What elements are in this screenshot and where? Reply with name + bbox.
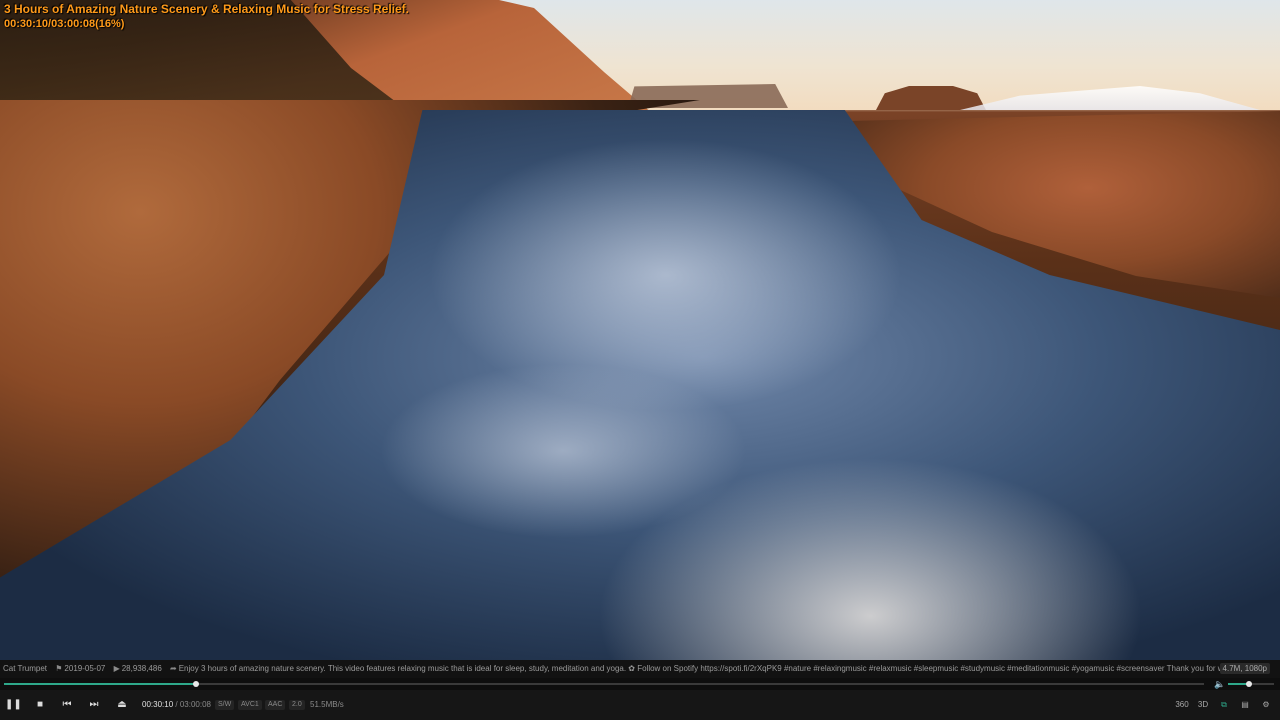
video-frame[interactable]: 3 Hours of Amazing Nature Scenery & Rela…: [0, 0, 1280, 660]
bitrate: 51.5MB/s: [310, 700, 344, 709]
capture-icon[interactable]: ⧉: [1216, 697, 1232, 713]
previous-icon[interactable]: ⏮: [59, 697, 75, 713]
time-separator: /: [175, 700, 178, 709]
tag-audio-codec[interactable]: AAC: [265, 700, 286, 710]
current-time: 00:30:10: [142, 700, 174, 709]
channel-name[interactable]: Cat Trumpet: [3, 664, 47, 673]
seek-bar-played: [4, 683, 196, 685]
tag-video-codec[interactable]: AVC1: [238, 700, 262, 710]
playlist-icon[interactable]: ▤: [1237, 697, 1253, 713]
control-bar: ❚❚ ■ ⏮ ⏭ ⏏ 00:30:10 / 03:00:08 S/W AVC1 …: [0, 690, 1280, 720]
stop-icon[interactable]: ■: [32, 697, 48, 713]
gear-icon[interactable]: ⚙: [1258, 697, 1274, 713]
video-description: Enjoy 3 hours of amazing nature scenery.…: [178, 664, 1239, 673]
volume-slider[interactable]: [1228, 681, 1274, 687]
play-icon: ▶: [113, 664, 120, 673]
tag-audio-channels[interactable]: 2.0: [289, 700, 305, 710]
time-display: 00:30:10 / 03:00:08: [142, 697, 211, 713]
volume-icon[interactable]: 🔈: [1214, 679, 1225, 690]
file-size-resolution[interactable]: 4.7M, 1080p: [1219, 663, 1270, 674]
360-icon[interactable]: 360: [1174, 697, 1190, 713]
tag-sw[interactable]: S/W: [215, 700, 235, 710]
volume-handle[interactable]: [1245, 681, 1252, 687]
pause-icon[interactable]: ❚❚: [5, 697, 22, 713]
upload-date: 2019-05-07: [64, 664, 106, 673]
playback-progress-text: 00:30:10/03:00:08(16%): [4, 18, 125, 30]
share-icon: ➦: [170, 664, 177, 673]
seek-row: 🔈: [0, 678, 1280, 690]
video-osd: 3 Hours of Amazing Nature Scenery & Rela…: [4, 2, 409, 32]
duration: 03:00:08: [179, 700, 211, 709]
view-count: 28,938,486: [121, 664, 162, 673]
seek-bar-handle[interactable]: [193, 681, 199, 687]
seek-bar[interactable]: [4, 681, 1204, 687]
eject-icon[interactable]: ⏏: [114, 697, 130, 713]
video-title: 3 Hours of Amazing Nature Scenery & Rela…: [4, 2, 409, 16]
next-icon[interactable]: ⏭: [86, 697, 102, 713]
3d-icon[interactable]: 3D: [1195, 697, 1211, 713]
flag-icon: ⚑: [55, 664, 63, 673]
video-info-bar: Cat Trumpet ⚑ 2019-05-07 ▶ 28,938,486 ➦ Enj…: [0, 660, 1280, 678]
